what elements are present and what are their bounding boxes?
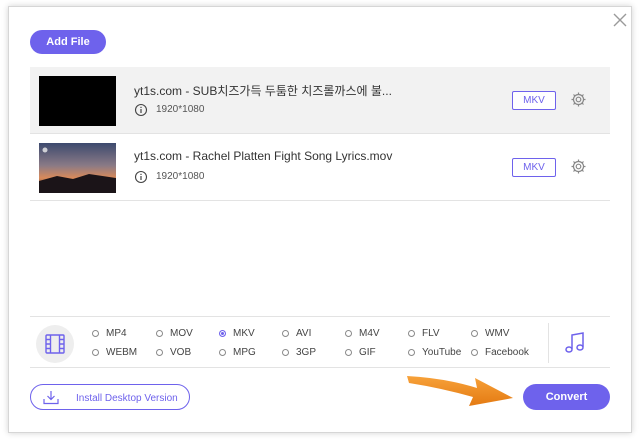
format-label: MP4	[106, 327, 127, 339]
radio-button[interactable]	[345, 329, 352, 337]
format-option[interactable]: M4V	[345, 326, 380, 340]
add-file-button[interactable]: Add File	[30, 30, 106, 54]
radio-button[interactable]	[92, 329, 99, 337]
format-option[interactable]: AVI	[282, 326, 311, 340]
output-format-button[interactable]: MKV	[512, 91, 556, 110]
format-label: WMV	[485, 327, 510, 339]
format-label: Facebook	[485, 346, 529, 358]
arrow-annotation-icon	[407, 376, 513, 406]
gear-icon[interactable]	[570, 91, 587, 108]
radio-button[interactable]	[156, 348, 163, 356]
format-option[interactable]: Facebook	[471, 345, 529, 359]
format-option[interactable]: YouTube	[408, 345, 461, 359]
file-row[interactable]: yt1s.com - Rachel Platten Fight Song Lyr…	[30, 134, 610, 200]
format-label: 3GP	[296, 346, 317, 358]
format-label: GIF	[359, 346, 376, 358]
info-icon[interactable]	[134, 170, 148, 184]
radio-button-selected[interactable]	[219, 329, 226, 337]
convert-button[interactable]: Convert	[523, 384, 610, 410]
radio-button[interactable]	[219, 348, 226, 356]
video-thumbnail	[39, 143, 116, 193]
format-label: AVI	[296, 327, 312, 339]
close-icon[interactable]	[611, 11, 629, 29]
install-desktop-button[interactable]: Install Desktop Version	[30, 384, 190, 410]
format-option[interactable]: WEBM	[92, 345, 137, 359]
radio-button[interactable]	[471, 348, 478, 356]
radio-button[interactable]	[408, 329, 415, 337]
file-resolution: 1920*1080	[156, 104, 205, 115]
output-format-button[interactable]: MKV	[512, 158, 556, 177]
format-label: MPG	[233, 346, 256, 358]
file-row[interactable]: yt1s.com - SUB치즈가득 두툼한 치즈롤까스에 불... 1920*…	[30, 67, 610, 133]
file-resolution: 1920*1080	[156, 171, 205, 182]
video-format-icon[interactable]	[36, 325, 74, 363]
format-option[interactable]: MPG	[219, 345, 256, 359]
format-option[interactable]: 3GP	[282, 345, 316, 359]
radio-button[interactable]	[471, 329, 478, 337]
format-label: VOB	[170, 346, 192, 358]
format-option[interactable]: GIF	[345, 345, 376, 359]
radio-button[interactable]	[92, 348, 99, 356]
radio-button[interactable]	[408, 348, 415, 356]
gear-icon[interactable]	[570, 158, 587, 175]
download-icon	[43, 391, 59, 405]
install-label: Install Desktop Version	[76, 393, 178, 404]
radio-button[interactable]	[282, 348, 289, 356]
radio-button[interactable]	[345, 348, 352, 356]
row-divider	[30, 200, 610, 201]
format-label: YouTube	[422, 346, 462, 358]
music-note-icon[interactable]	[564, 331, 586, 355]
format-panel: MP4 MOV MKV AVI M4V FLV WMV WEBM VOB MPG…	[30, 316, 610, 368]
video-thumbnail	[39, 76, 116, 126]
file-name: yt1s.com - Rachel Platten Fight Song Lyr…	[134, 149, 393, 163]
radio-button[interactable]	[282, 329, 289, 337]
radio-button[interactable]	[156, 329, 163, 337]
format-option[interactable]: WMV	[471, 326, 509, 340]
panel-divider	[548, 323, 549, 363]
info-icon[interactable]	[134, 103, 148, 117]
format-option[interactable]: MP4	[92, 326, 127, 340]
format-option[interactable]: MOV	[156, 326, 193, 340]
format-option[interactable]: FLV	[408, 326, 440, 340]
format-label: FLV	[422, 327, 440, 339]
format-label: WEBM	[106, 346, 138, 358]
file-name: yt1s.com - SUB치즈가득 두툼한 치즈롤까스에 불...	[134, 84, 392, 98]
format-label: MKV	[233, 327, 255, 339]
format-option[interactable]: VOB	[156, 345, 191, 359]
format-label: MOV	[170, 327, 193, 339]
format-option-selected[interactable]: MKV	[219, 326, 255, 340]
format-label: M4V	[359, 327, 380, 339]
